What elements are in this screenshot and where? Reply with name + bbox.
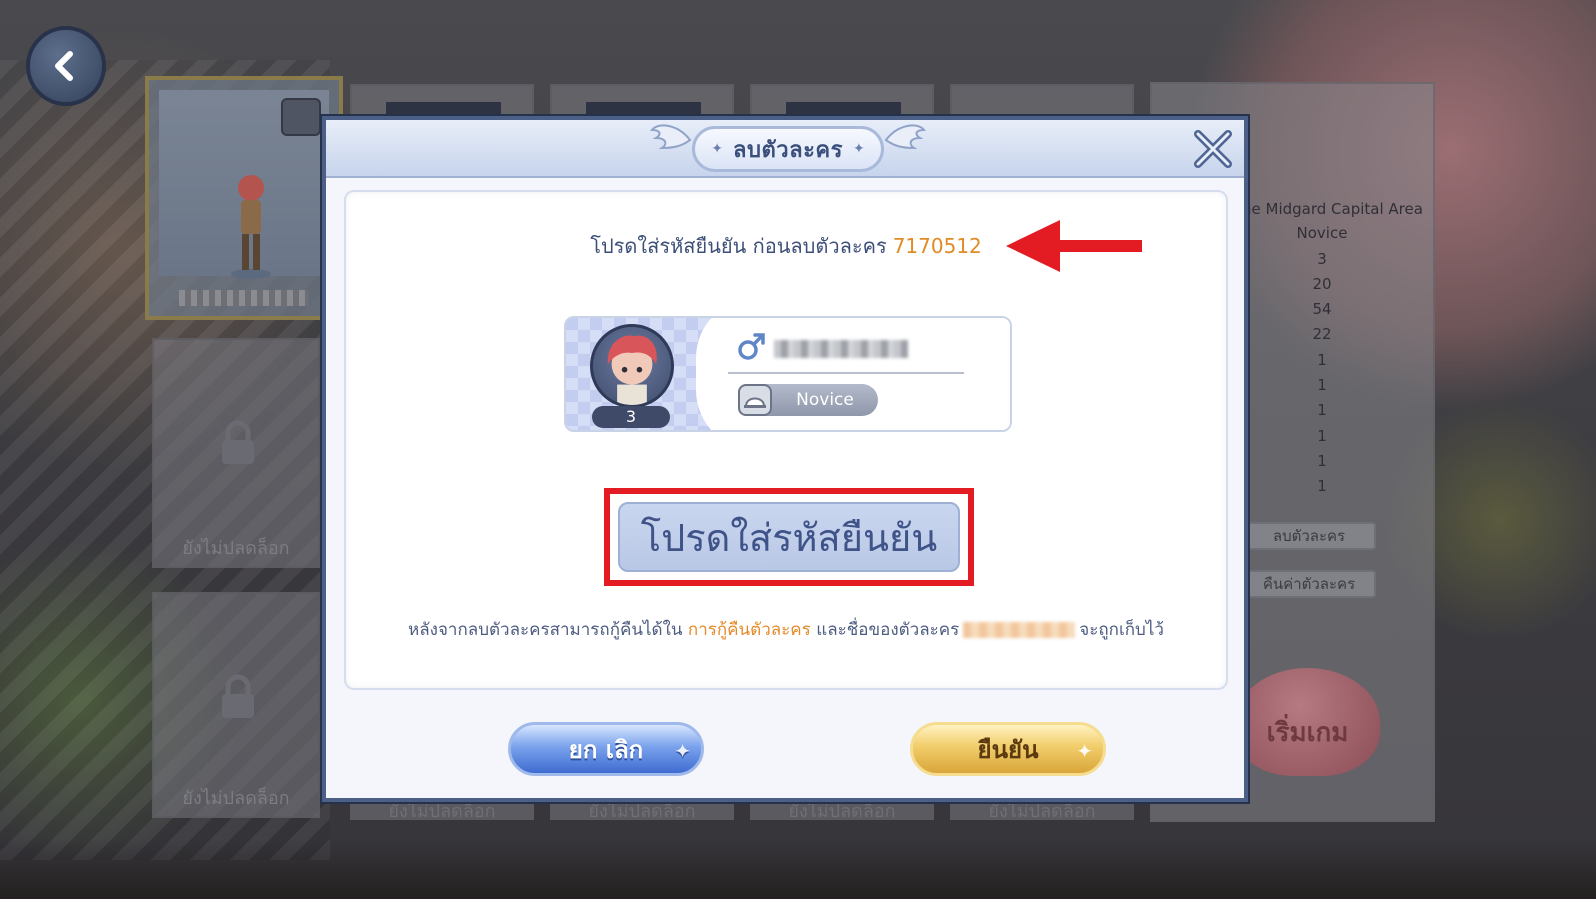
stat-value: 3 xyxy=(1317,250,1327,268)
stat-value: 54 xyxy=(1312,300,1332,318)
character-job: Novice xyxy=(796,390,854,410)
dialog-header: ✦ ลบตัวละคร ✦ xyxy=(326,120,1244,178)
background-bottom xyxy=(0,839,1596,899)
map-region: ne Midgard Capital Area xyxy=(1242,200,1423,218)
sparkle-icon: ✦ xyxy=(852,141,865,157)
character-level: 3 xyxy=(592,406,670,428)
prompt-text: โปรดใส่รหัสยืนยัน ก่อนลบตัวละคร xyxy=(590,234,887,258)
character-sprite xyxy=(231,175,271,279)
job-helmet-icon xyxy=(281,98,321,136)
sparkle-icon: ✦ xyxy=(1076,739,1093,763)
stat-value: 1 xyxy=(1317,452,1327,470)
back-button[interactable] xyxy=(26,26,106,106)
restore-character-button[interactable]: คืนค่าตัวละคร xyxy=(1242,570,1376,598)
character-slot-top xyxy=(350,84,534,118)
character-slot-locked[interactable]: ยังไม่ปลดล็อก xyxy=(152,338,320,568)
highlight-box: โปรดใส่รหัสยืนยัน xyxy=(604,488,974,586)
slot-locked-label: ยังไม่ปลดล็อก xyxy=(182,788,290,809)
confirm-button[interactable]: ยืนยัน ✦ xyxy=(910,722,1106,776)
stat-value: 1 xyxy=(1317,376,1327,394)
start-game-label: เริ่มเกม xyxy=(1266,718,1349,748)
character-slot-active[interactable] xyxy=(145,76,343,320)
wing-right-icon xyxy=(884,124,927,150)
stat-value: 1 xyxy=(1317,477,1327,495)
dialog-title: ลบตัวละคร xyxy=(733,137,843,163)
lock-icon xyxy=(222,420,254,464)
stat-value: 1 xyxy=(1317,427,1327,445)
stat-value: 1 xyxy=(1317,401,1327,419)
job-pill: Novice xyxy=(738,384,878,416)
male-icon xyxy=(738,333,765,360)
stat-value: 1 xyxy=(1317,351,1327,369)
helmet-icon xyxy=(738,384,772,416)
close-icon xyxy=(1194,130,1232,168)
job-label: Novice xyxy=(1296,224,1348,242)
restore-note: หลังจากลบตัวละครสามารถกู้คืนได้ใน การกู้… xyxy=(408,620,1164,640)
delete-character-button[interactable]: ลบตัวละคร xyxy=(1242,522,1376,550)
stat-value: 20 xyxy=(1312,275,1332,293)
start-game-button[interactable]: เริ่มเกม xyxy=(1235,668,1380,776)
restore-character-link[interactable]: การกู้คืนตัวละคร xyxy=(688,620,811,640)
delete-character-dialog: ✦ ลบตัวละคร ✦ โปรดใส่รหัสยืนยัน ก่อนลบตั… xyxy=(322,116,1248,802)
confirm-code: 7170512 xyxy=(892,234,982,258)
character-slot-top xyxy=(550,84,734,118)
cancel-button[interactable]: ยก เลิก ✦ xyxy=(508,722,704,776)
dialog-body: โปรดใส่รหัสยืนยัน ก่อนลบตัวละคร 7170512 3 xyxy=(344,190,1228,690)
slot-locked-label: ยังไม่ปลดล็อก xyxy=(182,538,290,559)
character-name-blurred xyxy=(963,622,1076,638)
back-arrow-icon xyxy=(55,51,73,81)
sparkle-icon: ✦ xyxy=(674,739,691,763)
character-slot-top xyxy=(750,84,934,118)
character-slot-top xyxy=(950,84,1134,116)
character-name-blurred xyxy=(179,290,309,306)
confirm-label: ยืนยัน xyxy=(977,735,1039,764)
character-slot-locked[interactable]: ยังไม่ปลดล็อก xyxy=(152,592,320,818)
wing-left-icon xyxy=(649,124,692,150)
stat-value: 22 xyxy=(1312,325,1332,343)
confirm-code-input[interactable]: โปรดใส่รหัสยืนยัน xyxy=(618,502,960,572)
cancel-label: ยก เลิก xyxy=(568,735,644,764)
character-name-blurred xyxy=(774,340,908,358)
red-arrow-icon xyxy=(1006,220,1142,272)
sparkle-icon: ✦ xyxy=(711,141,724,157)
dialog-title-pill: ✦ ลบตัวละคร ✦ xyxy=(692,126,884,172)
character-avatar xyxy=(590,324,674,408)
lock-icon xyxy=(222,674,254,718)
avatar-portrait xyxy=(607,335,657,405)
close-button[interactable] xyxy=(1190,126,1236,172)
character-card: 3 Novice xyxy=(564,316,1012,432)
